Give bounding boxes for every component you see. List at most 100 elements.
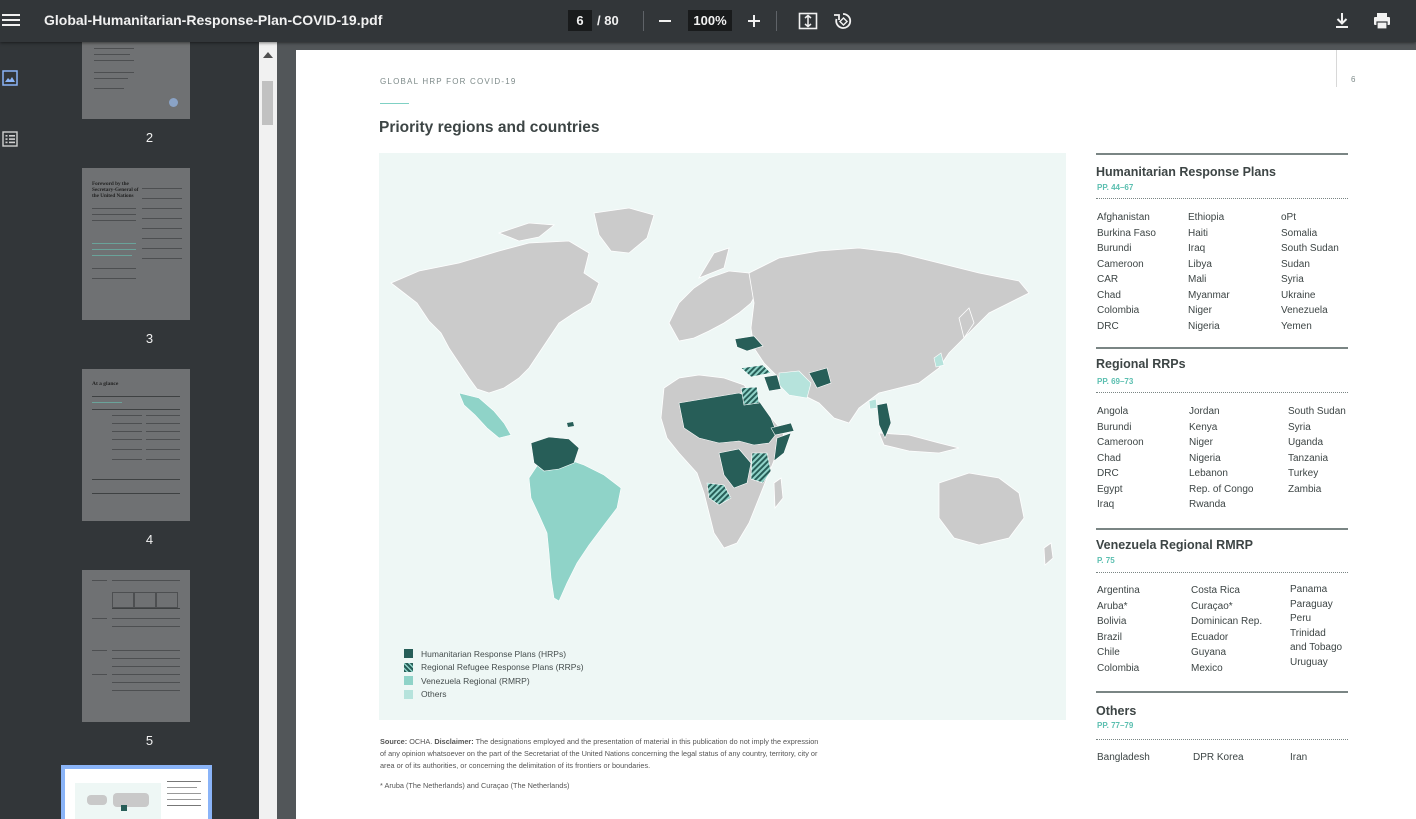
country-item: DPR Korea (1193, 752, 1244, 763)
page-number-divider (1336, 50, 1337, 87)
country-item: Curaçao* (1191, 600, 1233, 612)
thumbnail-label: 5 (145, 733, 154, 748)
region-haiti (567, 422, 574, 427)
zoom-out-icon[interactable] (654, 10, 676, 32)
page-title: Priority regions and countries (379, 119, 600, 136)
country-item: Peru (1290, 613, 1312, 625)
map-legend: Humanitarian Response Plans (HRPs) Regio… (404, 647, 584, 701)
outline-icon[interactable] (2, 131, 18, 152)
thumbnails-icon[interactable] (2, 70, 18, 91)
un-logo (169, 98, 178, 107)
scroll-up-icon[interactable] (263, 52, 273, 58)
country-item: Niger (1189, 437, 1213, 448)
scrollbar-thumb[interactable] (262, 81, 273, 125)
section-pages: PP. 69–73 (1097, 377, 1134, 386)
country-item: Cameroon (1097, 258, 1144, 270)
country-item: Rep. of Congo (1189, 483, 1254, 495)
country-item: Iran (1290, 752, 1308, 763)
region-south-america (528, 457, 622, 602)
download-icon[interactable] (1331, 10, 1353, 32)
zoom-in-icon[interactable] (743, 10, 765, 32)
country-item: Argentina (1097, 585, 1140, 596)
country-item: South Sudan (1288, 406, 1346, 417)
country-item: and Tobago (1290, 642, 1343, 654)
country-list-col: Argentina Aruba* Bolivia Brazil Chile Colombi… (1097, 583, 1140, 676)
fit-page-icon[interactable] (797, 10, 819, 32)
thumbnail-label: 2 (145, 130, 154, 145)
country-item: Ukraine (1281, 289, 1316, 301)
thumbnail-heading: Foreword by the Secretary-General of the… (92, 181, 139, 199)
landmass-new-zealand (1043, 542, 1054, 566)
thumbnail-page-4[interactable]: At a glance (82, 369, 190, 521)
country-item: Guyana (1191, 647, 1227, 658)
country-item: Trinidad (1290, 627, 1326, 639)
country-item: Chad (1097, 452, 1121, 464)
country-item: Libya (1188, 258, 1212, 270)
legend-swatch (404, 676, 413, 686)
country-item: Yemen (1281, 320, 1312, 332)
landmass-indonesia (878, 432, 960, 454)
country-item: Burkina Faso (1097, 227, 1156, 239)
sidebar-scrollbar[interactable] (259, 42, 277, 819)
country-item: Lebanon (1189, 468, 1228, 479)
pdf-toolbar: Global-Humanitarian-Response-Plan-COVID-… (0, 0, 1416, 42)
thumbnail-panel: 2 Foreword by the Secretary-General of t… (40, 42, 259, 819)
country-item: DRC (1097, 320, 1119, 332)
region-rrp-east-africa (750, 452, 772, 484)
thumbnail-page-2[interactable] (82, 42, 190, 119)
country-item: Brazil (1097, 631, 1123, 643)
thumbnail-page-5[interactable] (82, 570, 190, 722)
country-item: Panama (1290, 584, 1328, 595)
country-item: Zambia (1288, 483, 1322, 495)
country-item: Nigeria (1189, 452, 1221, 464)
landmass-canadian-arctic (497, 222, 556, 242)
country-item: Cameroon (1097, 437, 1144, 448)
country-list-col: oPt Somalia South Sudan Sudan Syria Ukraine Ve… (1281, 210, 1339, 334)
country-item: Iraq (1097, 499, 1115, 510)
section-pages: PP. 44–67 (1097, 183, 1134, 192)
country-item: Tanzania (1288, 452, 1329, 464)
thumbnail-label: 4 (145, 532, 154, 547)
section-title: Venezuela Regional RMRP (1096, 538, 1253, 552)
country-item: Bangladesh (1097, 752, 1150, 763)
menu-icon[interactable] (2, 11, 20, 29)
country-item: Nigeria (1188, 320, 1220, 332)
legend-item-hrp: Humanitarian Response Plans (HRPs) (404, 647, 584, 661)
country-item: Mexico (1191, 662, 1223, 674)
country-list-col: Bangladesh (1097, 750, 1150, 766)
country-list-col: Ethiopia Haiti Iraq Libya Mali Myanmar Niger Ni… (1188, 210, 1230, 334)
running-head: GLOBAL HRP FOR COVID-19 (380, 77, 517, 86)
country-item: Kenya (1189, 421, 1218, 433)
print-icon[interactable] (1371, 10, 1393, 32)
section-pages: PP. 77–79 (1097, 721, 1134, 730)
file-title: Global-Humanitarian-Response-Plan-COVID-… (44, 12, 383, 28)
country-item: Chad (1097, 289, 1121, 301)
landmass-asia (748, 247, 1030, 424)
zoom-input[interactable] (688, 10, 732, 31)
landmass-europe (668, 270, 760, 342)
rotate-icon[interactable] (832, 10, 854, 32)
country-item: DRC (1097, 468, 1119, 479)
legend-swatch (404, 649, 413, 659)
footnote: * Aruba (The Netherlands) and Curaçao (T… (380, 781, 570, 790)
region-mexico (458, 392, 512, 439)
page-number-input[interactable] (568, 10, 592, 31)
country-item: Aruba* (1097, 600, 1128, 612)
thumbnail-page-6-selected[interactable] (61, 765, 212, 819)
country-item: Niger (1188, 305, 1212, 316)
country-item: Bolivia (1097, 616, 1127, 627)
pdf-page: GLOBAL HRP FOR COVID-19 6 Priority regio… (296, 50, 1416, 819)
country-item: Colombia (1097, 662, 1140, 674)
country-list-col: Angola Burundi Cameroon Chad DRC Egypt Iraq (1097, 404, 1144, 513)
section-pages: P. 75 (1097, 556, 1115, 565)
section-title: Others (1096, 704, 1137, 718)
toolbar-divider (776, 11, 777, 31)
country-list-col: South Sudan Syria Uganda Tanzania Turkey Zamb… (1288, 404, 1346, 497)
thumbnail-label: 3 (145, 331, 154, 346)
country-item: Burundi (1097, 421, 1132, 433)
country-item: Afghanistan (1097, 212, 1150, 223)
country-item: Iraq (1188, 243, 1206, 254)
world-map-graphic (390, 207, 1054, 602)
sidebar-rail (0, 42, 40, 819)
thumbnail-page-3[interactable]: Foreword by the Secretary-General of the… (82, 168, 190, 320)
